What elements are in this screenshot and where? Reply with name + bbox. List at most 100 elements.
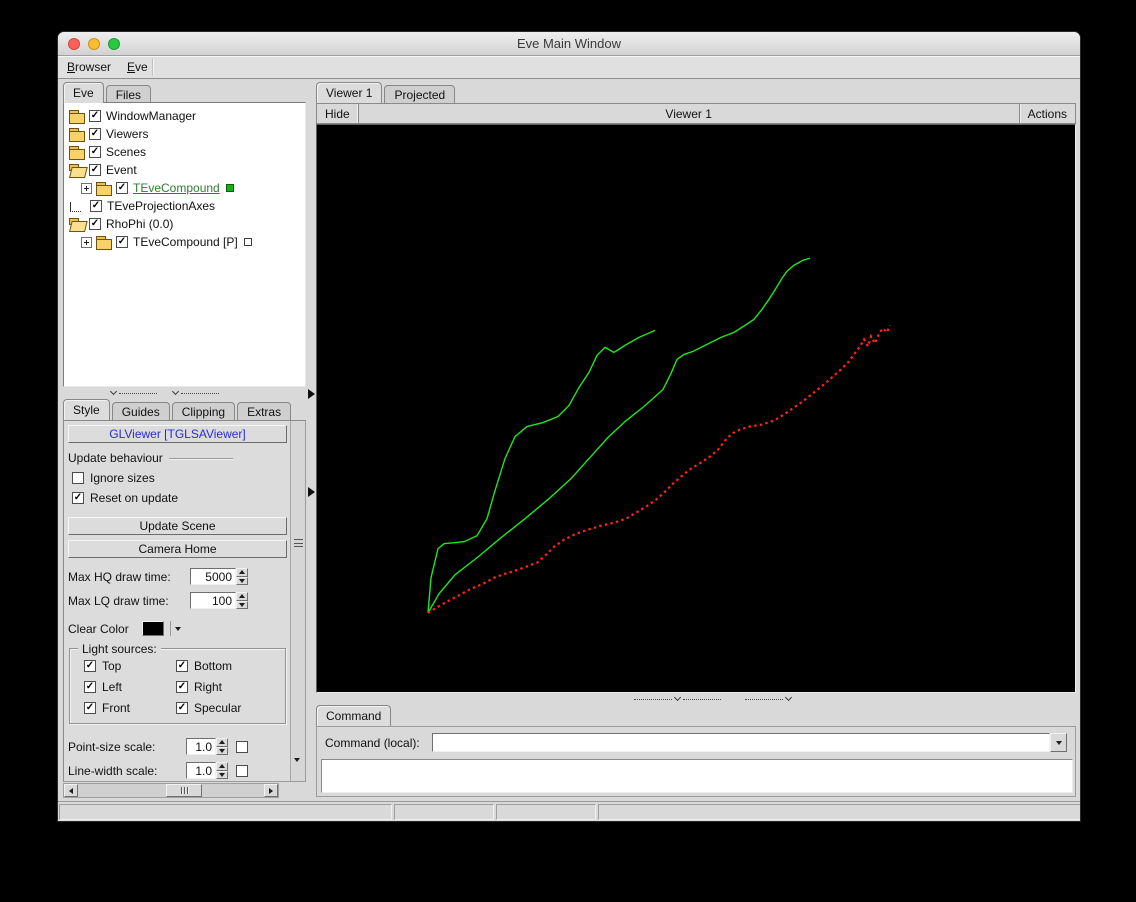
point-size-spinner[interactable]: 1.0 (186, 738, 228, 755)
splitter-handle[interactable] (109, 387, 157, 396)
command-input[interactable] (431, 733, 1050, 752)
scroll-down-button[interactable] (294, 758, 300, 776)
splitter-handle[interactable] (745, 693, 793, 702)
panel-expand-right-icon[interactable] (308, 487, 315, 497)
combo-dropdown-button[interactable] (1050, 733, 1067, 752)
max-lq-spinner[interactable]: 100 (190, 592, 248, 609)
green-track-a[interactable] (427, 329, 656, 613)
tab-style[interactable]: Style (63, 399, 110, 420)
tree-checkbox[interactable]: ✓ (89, 110, 101, 122)
zoom-window-button[interactable] (108, 38, 120, 50)
ignore-sizes-checkbox[interactable] (72, 472, 84, 484)
spinner-buttons (216, 762, 228, 779)
splitter-dots (745, 698, 783, 700)
tree-item-label: RhoPhi (0.0) (106, 217, 174, 231)
tab-extras[interactable]: Extras (237, 402, 292, 420)
splitter-handle[interactable] (171, 387, 219, 396)
light-left-checkbox[interactable]: ✓ (84, 681, 96, 693)
line-width-value[interactable]: 1.0 (186, 762, 216, 779)
red-track[interactable] (427, 324, 892, 614)
tree-item-rhophi[interactable]: ✓ RhoPhi (0.0) (64, 215, 305, 233)
tab-files[interactable]: Files (105, 85, 152, 103)
spin-up-button[interactable] (236, 592, 248, 601)
spin-up-button[interactable] (236, 568, 248, 577)
tab-eve[interactable]: Eve (63, 82, 104, 103)
command-input-combo[interactable] (431, 733, 1067, 752)
max-hq-spinner[interactable]: 5000 (190, 568, 248, 585)
tab-clipping[interactable]: Clipping (171, 402, 236, 420)
light-sources-legend: Light sources: (78, 642, 161, 656)
light-left: ✓ Left (84, 680, 176, 694)
tree-checkbox[interactable]: ✓ (89, 218, 101, 230)
scrollbar-thumb[interactable] (166, 784, 202, 797)
gl-viewport[interactable] (316, 124, 1076, 693)
light-front-label: Front (102, 701, 131, 715)
style-editor-panel: GLViewer [TGLSAViewer] Update behaviour … (63, 420, 306, 782)
scroll-right-button[interactable] (264, 784, 278, 797)
spin-down-button[interactable] (236, 600, 248, 609)
hide-button[interactable]: Hide (317, 104, 359, 123)
tree-editor-splitter[interactable] (63, 387, 306, 399)
horizontal-scrollbar[interactable] (63, 783, 279, 798)
scrollbar-track[interactable] (78, 784, 264, 797)
max-lq-value[interactable]: 100 (190, 592, 236, 609)
light-specular-checkbox[interactable]: ✓ (176, 702, 188, 714)
tree-item-event[interactable]: ✓ Event (64, 161, 305, 179)
minimize-window-button[interactable] (88, 38, 100, 50)
spin-up-button[interactable] (216, 738, 228, 747)
light-bottom-checkbox[interactable]: ✓ (176, 660, 188, 672)
update-scene-button[interactable]: Update Scene (68, 517, 287, 535)
tab-clipping-label: Clipping (181, 404, 226, 419)
light-front-checkbox[interactable]: ✓ (84, 702, 96, 714)
tree-item-scenes[interactable]: ✓ Scenes (64, 143, 305, 161)
light-right-checkbox[interactable]: ✓ (176, 681, 188, 693)
tab-projected[interactable]: Projected (384, 85, 456, 103)
actions-button[interactable]: Actions (1018, 104, 1075, 123)
tree-item-tevecompound[interactable]: ✓ TEveCompound (64, 179, 305, 197)
tab-command[interactable]: Command (316, 705, 392, 726)
clear-color-label: Clear Color (68, 621, 129, 636)
desktop: { "window": { "title": "Eve Main Window"… (0, 0, 1136, 902)
light-specular: ✓ Specular (176, 701, 285, 715)
expander-plus-icon[interactable] (81, 182, 92, 194)
command-output[interactable] (321, 759, 1073, 793)
expander-plus-icon[interactable] (81, 236, 92, 248)
line-width-spinner[interactable]: 1.0 (186, 762, 228, 779)
spin-down-button[interactable] (216, 770, 228, 779)
point-size-checkbox[interactable] (236, 740, 248, 753)
max-hq-value[interactable]: 5000 (190, 568, 236, 585)
menu-eve[interactable]: Eve (127, 60, 148, 74)
tree-checkbox[interactable]: ✓ (89, 128, 101, 140)
tree-checkbox[interactable]: ✓ (90, 200, 102, 212)
tree-checkbox[interactable]: ✓ (89, 164, 101, 176)
glviewer-link-button[interactable]: GLViewer [TGLSAViewer] (68, 425, 287, 443)
panel-expand-right-icon[interactable] (308, 389, 315, 399)
tree-checkbox[interactable]: ✓ (116, 236, 128, 248)
light-top-checkbox[interactable]: ✓ (84, 660, 96, 672)
green-track-b[interactable] (427, 257, 811, 614)
tree-item-windowmanager[interactable]: ✓ WindowManager (64, 107, 305, 125)
tree-checkbox[interactable]: ✓ (116, 182, 128, 194)
splitter-grip-icon[interactable] (294, 539, 303, 547)
spin-down-button[interactable] (236, 576, 248, 585)
tree-item-tevecompound-p[interactable]: ✓ TEveCompound [P] (64, 233, 305, 251)
clear-color-swatch[interactable] (142, 621, 164, 636)
titlebar[interactable]: Eve Main Window (58, 32, 1080, 56)
tab-viewer-1[interactable]: Viewer 1 (316, 82, 383, 103)
camera-home-button[interactable]: Camera Home (68, 540, 287, 558)
tree-checkbox[interactable]: ✓ (89, 146, 101, 158)
tab-guides[interactable]: Guides (111, 402, 170, 420)
line-width-checkbox[interactable] (236, 764, 248, 777)
splitter-handle[interactable] (634, 693, 721, 702)
close-window-button[interactable] (68, 38, 80, 50)
menu-browser[interactable]: Browser (67, 60, 111, 74)
scroll-left-button[interactable] (64, 784, 78, 797)
reset-on-update-checkbox[interactable]: ✓ (72, 492, 84, 504)
spin-up-button[interactable] (216, 762, 228, 771)
viewer-command-splitter[interactable] (316, 693, 1076, 705)
tree-item-viewers[interactable]: ✓ Viewers (64, 125, 305, 143)
point-size-value[interactable]: 1.0 (186, 738, 216, 755)
spin-down-button[interactable] (216, 746, 228, 755)
color-dropdown-arrow-icon[interactable] (175, 626, 181, 631)
tree-item-teveprojectionaxes[interactable]: ✓ TEveProjectionAxes (64, 197, 305, 215)
